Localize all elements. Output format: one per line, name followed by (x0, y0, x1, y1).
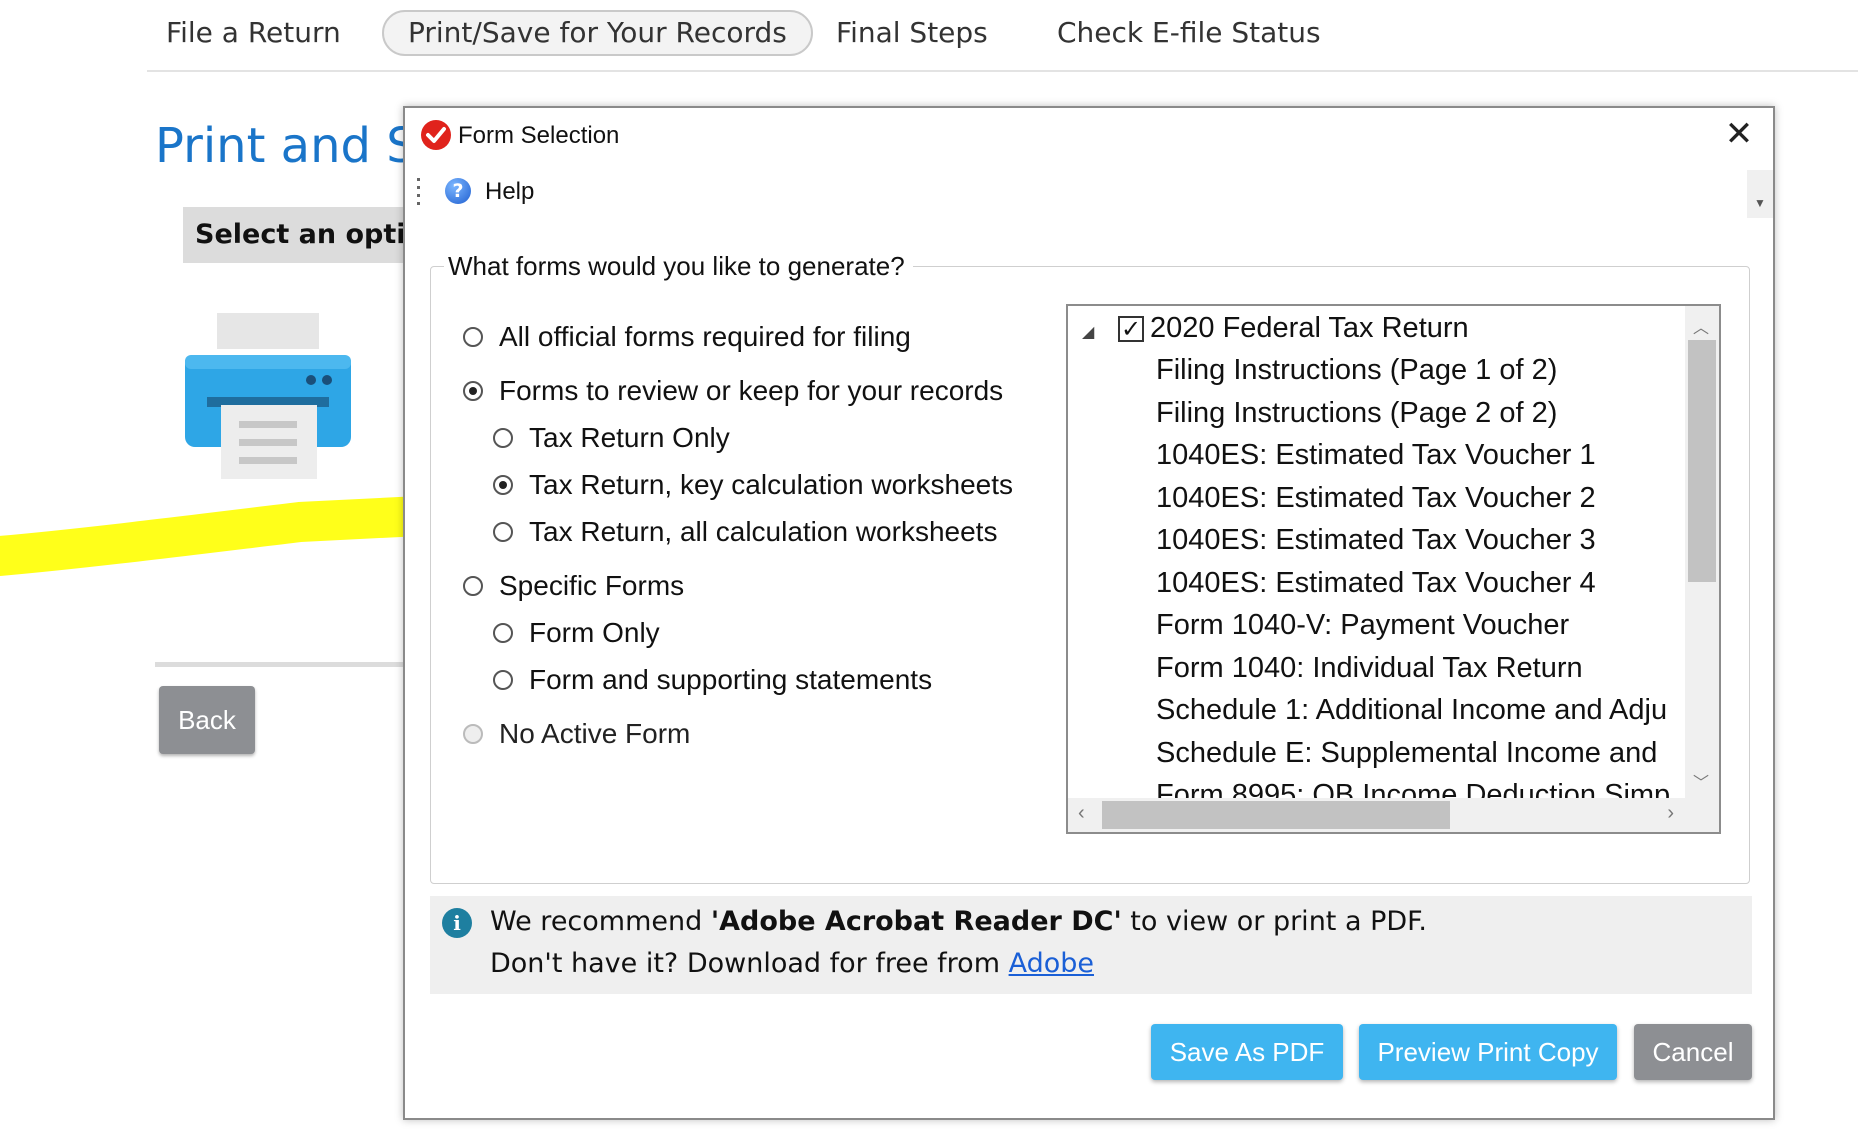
radio-label: Tax Return, all calculation worksheets (529, 516, 998, 547)
adobe-link[interactable]: Adobe (1009, 948, 1094, 979)
radio-indicator[interactable] (493, 428, 513, 448)
radio-indicator[interactable] (493, 670, 513, 690)
radio-label: No Active Form (499, 718, 691, 749)
tree-vertical-scrollbar[interactable]: ︿ ﹀ (1685, 306, 1719, 799)
scroll-left-icon[interactable]: ‹ (1078, 802, 1085, 825)
nav-file-a-return[interactable]: File a Return (166, 14, 341, 52)
scroll-down-icon[interactable]: ﹀ (1693, 769, 1709, 793)
tree-item[interactable]: Form 1040-V: Payment Voucher (1156, 609, 1569, 642)
select-option-bar: Select an option (183, 207, 443, 263)
back-button[interactable]: Back (159, 686, 255, 754)
help-menu-label[interactable]: Help (485, 178, 534, 206)
radio-indicator[interactable] (493, 522, 513, 542)
scroll-up-icon[interactable]: ︿ (1693, 314, 1709, 338)
radio-label: Form Only (529, 617, 660, 648)
tree-item[interactable]: Filing Instructions (Page 1 of 2) (1156, 354, 1557, 387)
content-divider (155, 662, 410, 667)
radio-indicator[interactable] (493, 623, 513, 643)
nav-check-efile-status[interactable]: Check E-file Status (1057, 14, 1321, 52)
tree-item[interactable]: 1040ES: Estimated Tax Voucher 1 (1156, 439, 1596, 472)
radio-label: All official forms required for filing (499, 321, 911, 352)
tree-root-label[interactable]: 2020 Federal Tax Return (1150, 312, 1469, 345)
radio-label: Specific Forms (499, 570, 685, 601)
tree-item[interactable]: Form 1040: Individual Tax Return (1156, 652, 1583, 685)
info-download-text: Don't have it? Download for free from Ad… (490, 948, 1094, 979)
overflow-chevron-icon: ▼ (1754, 196, 1766, 210)
nav-print-save-records[interactable]: Print/Save for Your Records (382, 10, 813, 56)
radio-indicator[interactable] (463, 381, 483, 401)
help-icon[interactable]: ? (445, 178, 471, 204)
radio-indicator[interactable] (463, 576, 483, 596)
radio-label: Forms to review or keep for your records (499, 375, 1004, 406)
dialog-title: Form Selection (458, 122, 620, 149)
radio-indicator[interactable] (463, 327, 483, 347)
tree-item[interactable]: 1040ES: Estimated Tax Voucher 4 (1156, 567, 1596, 600)
nav-divider (147, 70, 1858, 72)
info-text: to view or print a PDF. (1121, 906, 1427, 937)
top-navigation: File a Return Print/Save for Your Record… (0, 0, 1858, 70)
toolbar-grip-icon[interactable] (417, 178, 421, 206)
info-icon: i (442, 908, 472, 938)
radio-label: Tax Return Only (529, 422, 730, 453)
yellow-highlighter-arrow (0, 437, 458, 605)
vertical-scroll-thumb[interactable] (1688, 340, 1716, 582)
toolbar-overflow-button[interactable]: ▼ (1747, 170, 1773, 218)
tree-horizontal-scrollbar[interactable]: ‹ › (1068, 798, 1686, 832)
preview-print-copy-button[interactable]: Preview Print Copy (1359, 1024, 1617, 1080)
radio-label: Form and supporting statements (529, 664, 933, 695)
tree-item[interactable]: Schedule 1: Additional Income and Adju (1156, 694, 1667, 727)
tree-item[interactable]: Filing Instructions (Page 2 of 2) (1156, 397, 1557, 430)
tree-item[interactable]: Schedule E: Supplemental Income and (1156, 737, 1657, 770)
cancel-button[interactable]: Cancel (1634, 1024, 1752, 1080)
tree-item[interactable]: 1040ES: Estimated Tax Voucher 3 (1156, 524, 1596, 557)
form-selection-dialog: Form Selection ✕ ? Help ▼ What forms wou… (403, 106, 1775, 1120)
forms-tree-view[interactable]: ◢ ✓ 2020 Federal Tax Return Filing Instr… (1066, 304, 1721, 834)
info-app-name: 'Adobe Acrobat Reader DC' (710, 906, 1122, 937)
radio-indicator[interactable] (493, 475, 513, 495)
tree-item[interactable]: 1040ES: Estimated Tax Voucher 2 (1156, 482, 1596, 515)
info-recommendation-text: We recommend 'Adobe Acrobat Reader DC' t… (490, 906, 1427, 937)
close-icon[interactable]: ✕ (1719, 114, 1759, 154)
dialog-toolbar: ? Help (405, 172, 1755, 220)
scrollbar-corner (1685, 798, 1719, 832)
nav-final-steps[interactable]: Final Steps (836, 14, 988, 52)
radio-label: Tax Return, key calculation worksheets (529, 469, 1013, 500)
horizontal-scroll-thumb[interactable] (1102, 801, 1450, 829)
pdf-info-box: i We recommend 'Adobe Acrobat Reader DC'… (430, 896, 1752, 994)
info-text: Don't have it? Download for free from (490, 948, 1009, 979)
save-as-pdf-button[interactable]: Save As PDF (1151, 1024, 1343, 1080)
tree-collapse-arrow-icon[interactable]: ◢ (1082, 322, 1094, 342)
checkmark-logo-icon (421, 120, 451, 150)
tree-root-checkbox[interactable]: ✓ (1118, 316, 1144, 342)
radio-indicator (463, 724, 483, 744)
info-text: We recommend (490, 906, 711, 937)
group-legend: What forms would you like to generate? (444, 251, 913, 282)
scroll-right-icon[interactable]: › (1667, 802, 1674, 825)
